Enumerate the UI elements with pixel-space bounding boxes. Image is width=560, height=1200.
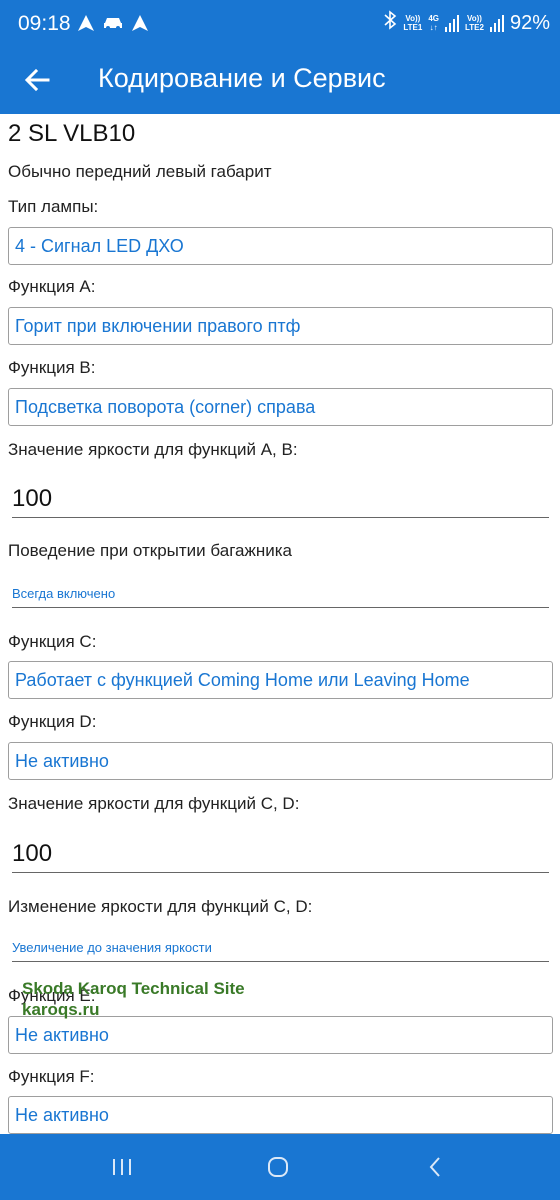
page-title: Кодирование и Сервис (98, 63, 386, 93)
function-f-label: Функция F: (8, 1067, 95, 1086)
home-icon[interactable] (266, 1155, 290, 1179)
back-icon[interactable] (424, 1155, 448, 1179)
function-b-select[interactable]: Подсветка поворота (corner) справа (8, 388, 553, 426)
arrow-left-icon[interactable] (22, 64, 54, 96)
brightness-change-select[interactable]: Увеличение до значения яркости (12, 940, 549, 962)
function-c-label: Функция C: (8, 632, 97, 651)
car-icon (102, 13, 124, 33)
status-bar: 09:18 Vo)) LTE1 4G ↓↑ Vo)) LTE2 92% (0, 0, 560, 48)
function-d-select[interactable]: Не активно (8, 742, 553, 780)
function-a-label: Функция A: (8, 277, 96, 296)
settings-form[interactable]: 2 SL VLB10 Обычно передний левый габарит… (0, 114, 560, 1134)
brightness-change-label: Изменение яркости для функций C, D: (8, 897, 313, 916)
brightness-cd-input[interactable]: 100 (12, 837, 549, 873)
recent-apps-icon[interactable] (110, 1155, 134, 1179)
navigation-icon (76, 13, 96, 33)
channel-heading: 2 SL VLB10 (8, 120, 136, 147)
4g-icon: 4G ↓↑ (428, 14, 439, 32)
function-c-select[interactable]: Работает с функцией Coming Home или Leav… (8, 661, 553, 699)
volte-lte1-icon: Vo)) LTE1 (403, 14, 423, 32)
brightness-cd-label: Значение яркости для функций C, D: (8, 794, 300, 813)
lamp-type-label: Тип лампы: (8, 197, 99, 216)
status-left-icons (76, 13, 150, 33)
status-right-icons: Vo)) LTE1 4G ↓↑ Vo)) LTE2 92% (383, 10, 550, 36)
brightness-ab-input[interactable]: 100 (12, 482, 549, 518)
battery-percent: 92% (509, 11, 550, 34)
function-a-select[interactable]: Горит при включении правого птф (8, 307, 553, 345)
volte-lte2-icon: Vo)) LTE2 (465, 14, 484, 32)
signal-icon (489, 14, 504, 32)
brightness-ab-label: Значение яркости для функций A, B: (8, 440, 298, 459)
trunk-behavior-select[interactable]: Всегда включено (12, 586, 549, 608)
channel-subtitle: Обычно передний левый габарит (8, 162, 272, 181)
navigation-icon (130, 13, 150, 33)
app-bar: Кодирование и Сервис (0, 48, 560, 114)
function-e-select[interactable]: Не активно (8, 1016, 553, 1054)
function-f-select[interactable]: Не активно (8, 1096, 553, 1134)
function-d-label: Функция D: (8, 712, 97, 731)
system-nav-bar (0, 1134, 560, 1200)
trunk-behavior-label: Поведение при открытии багажника (8, 541, 292, 560)
function-e-label: Функция E: (8, 986, 96, 1005)
function-b-label: Функция B: (8, 358, 96, 377)
bluetooth-icon (383, 10, 397, 36)
status-time: 09:18 (18, 12, 71, 35)
signal-icon (445, 14, 459, 32)
lamp-type-select[interactable]: 4 - Сигнал LED ДХО (8, 227, 553, 265)
